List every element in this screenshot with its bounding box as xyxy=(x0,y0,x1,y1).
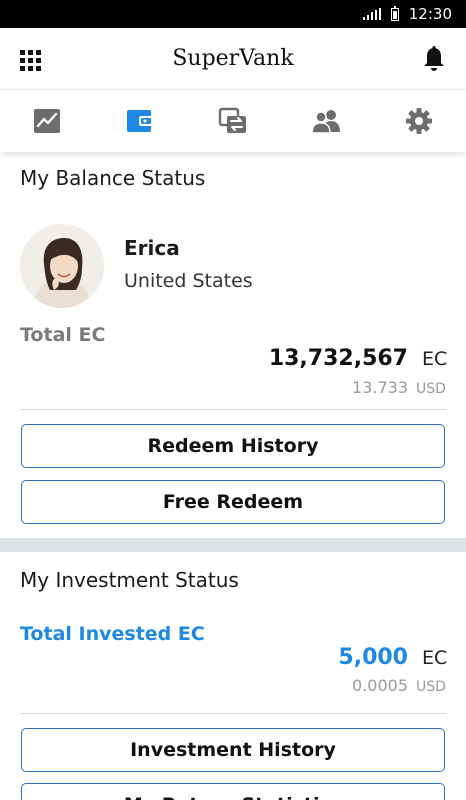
bell-icon[interactable] xyxy=(422,46,446,72)
tab-people[interactable] xyxy=(280,90,373,152)
total-invested-label: Total Invested EC xyxy=(20,623,205,645)
tab-dashboard[interactable] xyxy=(0,90,93,152)
tab-wallet[interactable] xyxy=(93,90,186,152)
redeem-history-button[interactable]: Redeem History xyxy=(21,424,445,468)
investment-section-title: My Investment Status xyxy=(20,568,239,592)
investment-amount-row: 5,000 EC xyxy=(338,645,448,670)
app-header: SuperVank xyxy=(0,28,466,90)
app-title: SuperVank xyxy=(172,46,294,71)
profile-name: Erica xyxy=(124,236,180,260)
avatar xyxy=(20,224,104,308)
balance-amount-row: 13,732,567 EC xyxy=(268,346,448,371)
balance-section-title: My Balance Status xyxy=(20,166,206,190)
profile-country: United States xyxy=(124,270,253,292)
exchange-icon xyxy=(218,107,246,133)
investment-history-button[interactable]: Investment History xyxy=(21,728,445,772)
balance-usd-amount: 13.733 xyxy=(352,378,408,397)
free-redeem-button[interactable]: Free Redeem xyxy=(21,480,445,524)
total-ec-label: Total EC xyxy=(20,324,106,346)
divider xyxy=(20,409,446,410)
status-time: 12:30 xyxy=(408,5,452,23)
balance-amount: 13,732,567 xyxy=(268,346,408,371)
tab-bar xyxy=(0,90,466,152)
gear-icon xyxy=(406,108,433,134)
divider xyxy=(20,713,446,714)
investment-usd-row: 0.0005 USD xyxy=(352,676,446,695)
tab-exchange[interactable] xyxy=(186,90,279,152)
tab-settings[interactable] xyxy=(373,90,466,152)
people-icon xyxy=(311,110,341,134)
status-bar: 12:30 xyxy=(0,0,466,28)
signal-icon xyxy=(362,8,381,20)
wallet-icon xyxy=(126,110,153,132)
balance-usd-unit: USD xyxy=(416,381,446,397)
profile-photo xyxy=(20,224,104,308)
battery-icon xyxy=(390,5,399,21)
section-separator xyxy=(0,538,466,552)
investment-usd-amount: 0.0005 xyxy=(352,676,408,695)
investment-unit: EC xyxy=(422,647,448,669)
investment-usd-unit: USD xyxy=(416,679,446,695)
chart-icon xyxy=(33,109,60,133)
return-statistics-button[interactable]: My Return Statistics xyxy=(21,783,445,800)
balance-usd-row: 13.733 USD xyxy=(352,378,446,397)
investment-amount: 5,000 xyxy=(338,645,408,670)
balance-unit: EC xyxy=(422,348,448,370)
